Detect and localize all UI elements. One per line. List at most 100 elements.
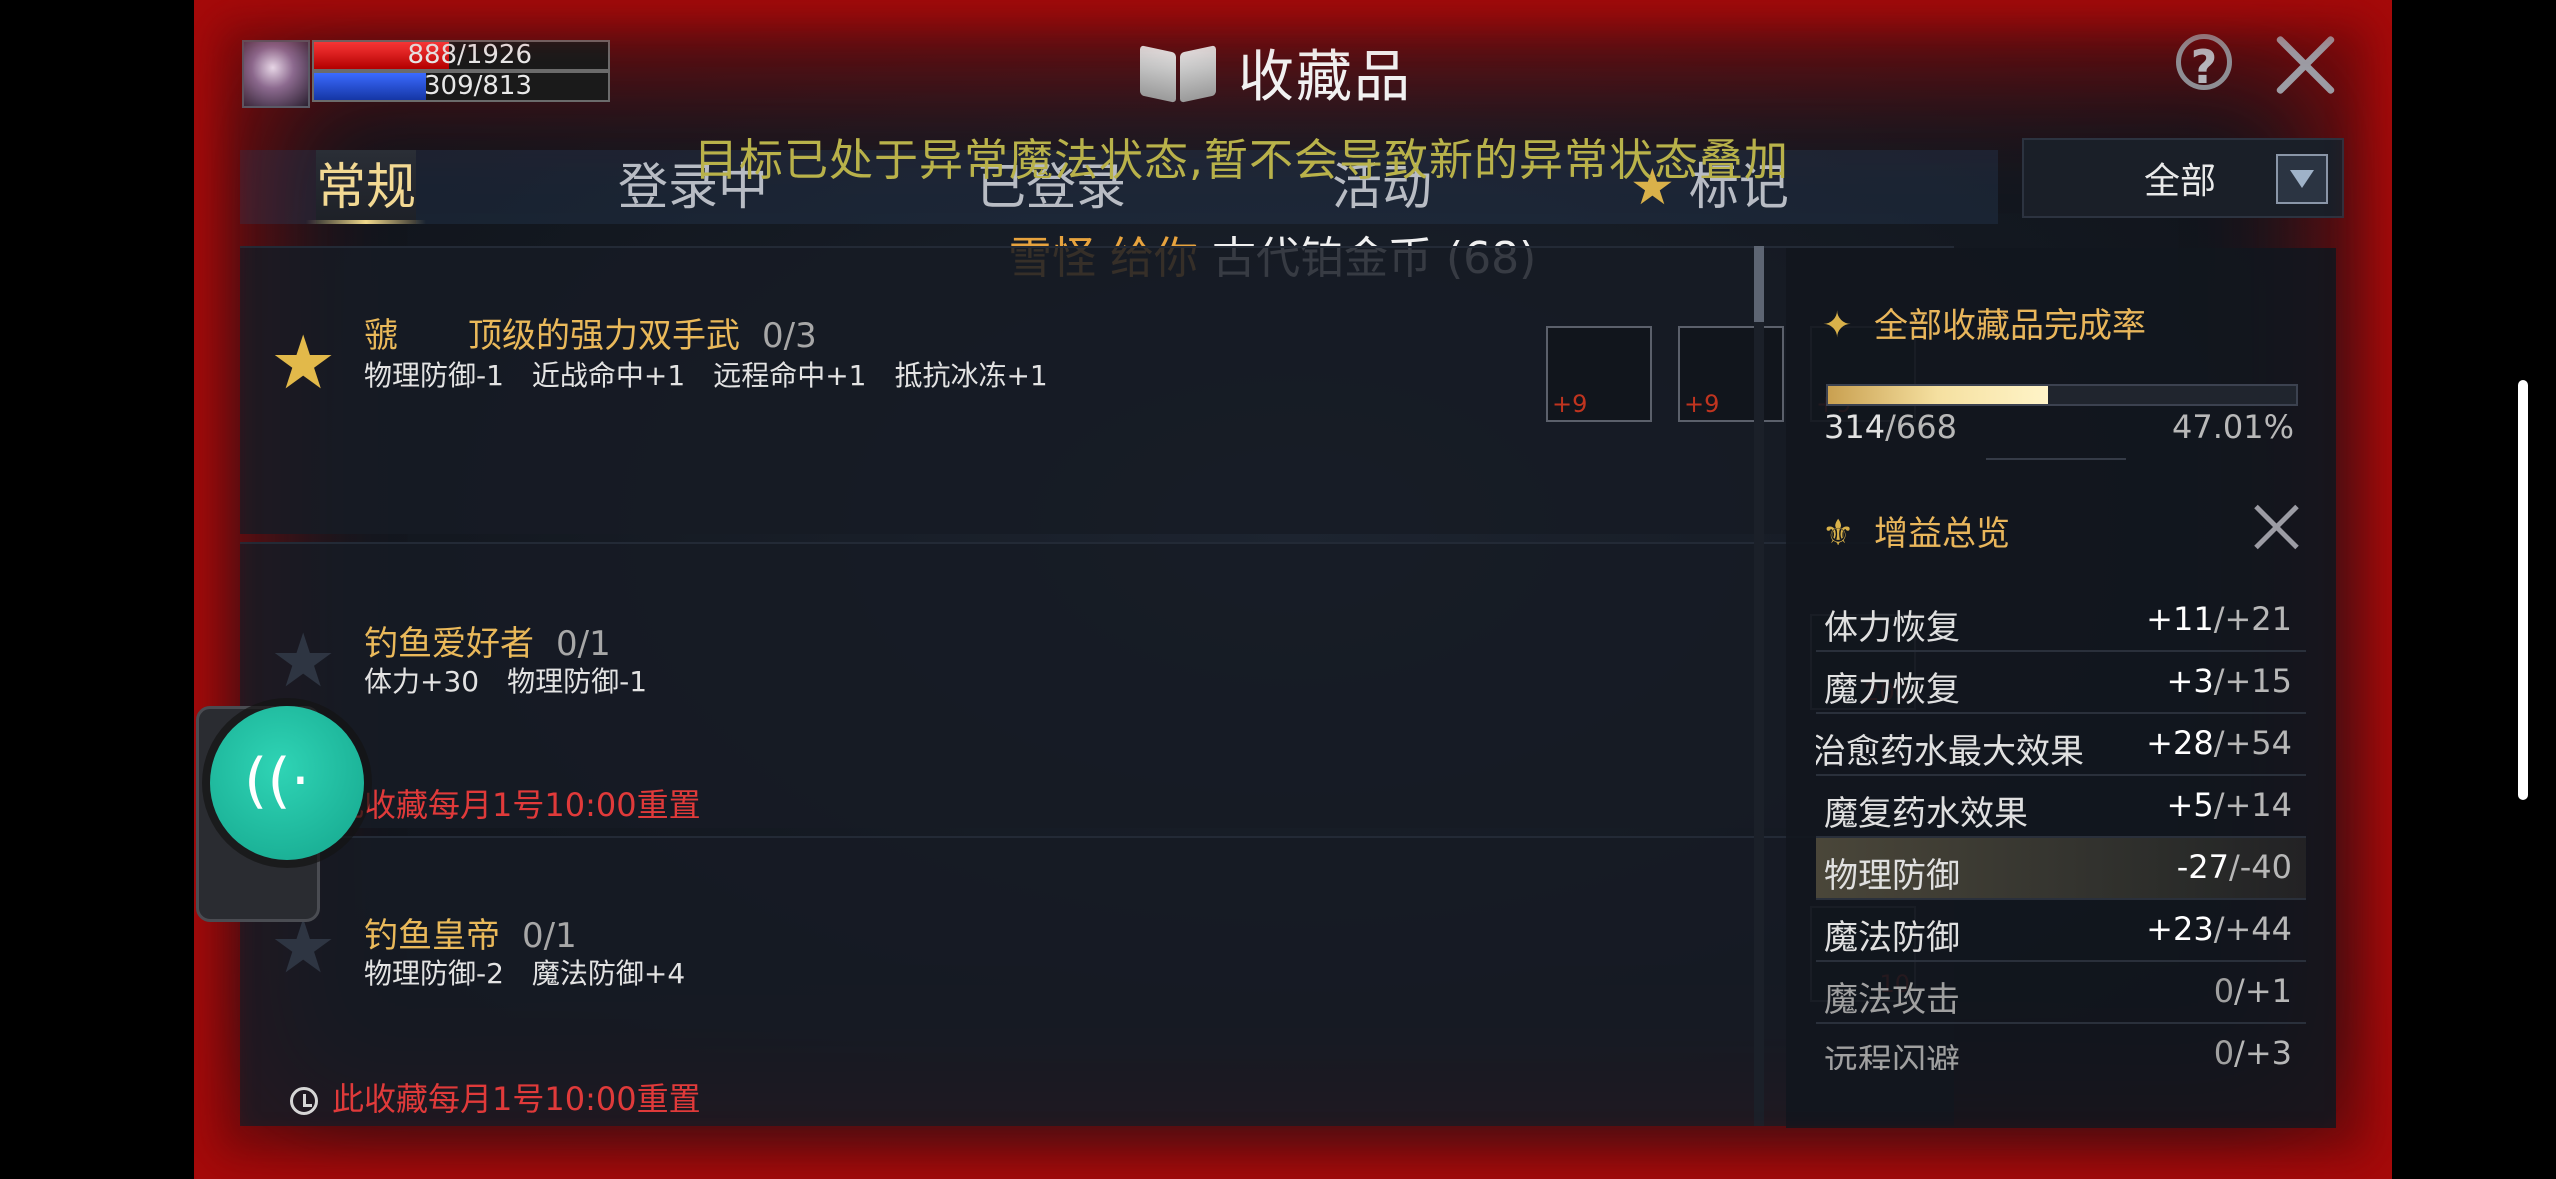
completion-progress-bar	[1826, 384, 2298, 406]
filter-dropdown[interactable]: 全部	[2022, 138, 2344, 218]
status-message: 目标已处于异常魔法状态,暂不会导致新的异常状态叠加	[694, 135, 1789, 186]
slot-enchant: +9	[1684, 390, 1720, 418]
buff-row: 体力恢复 +11/+21	[1816, 590, 2306, 652]
buff-max: /+1	[2234, 972, 2292, 1010]
item-slot[interactable]: +9	[1678, 326, 1784, 422]
buff-close-icon[interactable]	[2252, 502, 2302, 552]
buff-value: +3/+15	[2167, 662, 2292, 700]
close-icon[interactable]	[2270, 30, 2340, 100]
completion-progress-fill	[1828, 386, 2048, 404]
mp-bar: 309/813	[312, 71, 610, 102]
buff-name: 远程闪避	[1824, 1042, 1960, 1070]
buff-max: /+15	[2213, 662, 2292, 700]
buff-row: 治愈药水最大效果 +28/+54	[1816, 714, 2306, 776]
buff-max: /+54	[2213, 724, 2292, 762]
completion-title-text: 全部收藏品完成率	[1874, 306, 2146, 346]
collection-progress: 0/3	[762, 316, 817, 356]
buff-row: 远程闪避 0/+3	[1816, 1024, 2306, 1070]
star-empty-icon[interactable]: ★	[270, 624, 336, 698]
completion-percent: 47.01%	[2171, 408, 2294, 446]
clock-icon	[290, 1087, 318, 1115]
buff-value: +23/+44	[2146, 910, 2292, 948]
buff-row: 魔复药水效果 +5/+14	[1816, 776, 2306, 838]
buff-name: 魔复药水效果	[1824, 794, 2028, 834]
collection-progress: 0/1	[556, 624, 611, 664]
collection-name-text: 顶级的强力双手武	[468, 316, 740, 356]
collection-list[interactable]: ★ 虢 顶级的强力双手武 0/3 物理防御-1 近战命中+1 远程命中+1 抵抗冰冻…	[240, 246, 1954, 1126]
collection-card[interactable]: ★ 钓鱼爱好者0/1 体力+30 物理防御-1 200 此收藏每月1号10:00…	[240, 542, 1954, 828]
filter-selected: 全部	[2144, 161, 2217, 202]
buff-max: /+44	[2213, 910, 2292, 948]
reset-text: 此收藏每月1号10:00重置	[332, 1080, 701, 1118]
title-bar: 收藏品	[1138, 30, 1412, 114]
buff-max: /+21	[2213, 600, 2292, 638]
star-filled-icon[interactable]: ★	[270, 326, 336, 400]
buff-list[interactable]: 体力恢复 +11/+21 魔力恢复 +3/+15 治愈药水最大效果 +28/+54 魔…	[1816, 590, 2306, 1070]
buff-name: 魔法攻击	[1824, 980, 1960, 1020]
collection-stats: 体力+30 物理防御-1	[364, 665, 648, 698]
buff-current: -27	[2176, 848, 2229, 886]
buff-current: +11	[2146, 600, 2214, 638]
collection-name-prefix: 虢	[364, 316, 398, 356]
dropdown-arrow-icon[interactable]	[2276, 154, 2328, 204]
buff-name: 体力恢复	[1824, 608, 1960, 648]
buff-max: /+14	[2213, 786, 2292, 824]
buff-value: +5/+14	[2167, 786, 2292, 824]
ornament-divider	[1986, 458, 2126, 470]
side-panel: ✦ 全部收藏品完成率 314/668 47.01% ⚜ 增益总览 体力恢复 +11/+…	[1786, 248, 2336, 1128]
buff-current: 0	[2213, 1034, 2235, 1070]
slot-enchant: +9	[1552, 390, 1588, 418]
buff-name: 魔法防御	[1824, 918, 1960, 958]
buff-current: 0	[2213, 972, 2235, 1010]
buff-row-highlighted: 物理防御 -27/-40	[1816, 838, 2306, 900]
hp-bar: 888/1926	[312, 40, 610, 71]
assistant-bubble[interactable]: ((·	[210, 706, 364, 860]
player-hud: 888/1926 309/813	[242, 40, 802, 108]
buff-value: 0/+1	[2214, 972, 2292, 1010]
help-icon[interactable]: ?	[2176, 34, 2232, 94]
reset-notice: 此收藏每月1号10:00重置	[290, 1074, 701, 1120]
buff-title: ⚜ 增益总览	[1822, 506, 2010, 555]
reset-text: 此收藏每月1号10:00重置	[332, 786, 701, 824]
collection-name: 钓鱼爱好者 0/1	[364, 616, 611, 665]
mp-fill	[314, 73, 426, 100]
buff-max: /-40	[2228, 848, 2292, 886]
player-avatar[interactable]	[242, 40, 310, 108]
buff-current: +28	[2146, 724, 2214, 762]
buff-name: 物理防御	[1824, 856, 1960, 896]
buff-name: 魔力恢复	[1824, 670, 1960, 710]
completion-total: /668	[1885, 408, 1957, 446]
hp-text: 888/1926	[407, 40, 532, 70]
collection-name-text: 钓鱼爱好者	[364, 624, 534, 664]
fleur-de-lis-icon: ⚜	[1822, 513, 1855, 554]
buff-row: 魔法防御 +23/+44	[1816, 900, 2306, 962]
list-scrollbar[interactable]	[1754, 246, 1764, 1126]
item-slot[interactable]: +9	[1546, 326, 1652, 422]
list-scroll-thumb[interactable]	[1754, 246, 1764, 322]
tab-general[interactable]: 常规	[306, 150, 426, 224]
completion-current: 314	[1824, 408, 1886, 446]
system-scroll-indicator	[2518, 380, 2528, 800]
collection-name: 钓鱼皇帝 0/1	[364, 908, 577, 957]
buff-name: 治愈药水最大效果	[1816, 732, 2084, 772]
buff-value: +28/+54	[2146, 724, 2292, 762]
collection-card[interactable]: ★ 虢 顶级的强力双手武 0/3 物理防御-1 近战命中+1 远程命中+1 抵抗冰冻…	[240, 246, 1954, 534]
collection-card[interactable]: ★ 钓鱼皇帝0/1 物理防御-2 魔法防御+4 10 此收藏每月1号10:00重…	[240, 836, 1954, 1126]
sound-wave-icon: ((·	[244, 746, 310, 816]
collection-stats: 物理防御-1 近战命中+1 远程命中+1 抵抗冰冻+1	[364, 359, 1048, 392]
sparkle-icon: ✦	[1822, 305, 1853, 346]
buff-max: /+3	[2234, 1034, 2292, 1070]
buff-row: 魔力恢复 +3/+15	[1816, 652, 2306, 714]
collection-stats: 物理防御-2 魔法防御+4	[364, 957, 686, 990]
buff-value: 0/+3	[2214, 1034, 2292, 1070]
buff-current: +5	[2166, 786, 2214, 824]
collection-name: 虢 顶级的强力双手武 0/3	[364, 308, 817, 357]
buff-value: +11/+21	[2146, 600, 2292, 638]
collection-name-text: 钓鱼皇帝	[364, 916, 500, 956]
tab-general-label: 常规	[316, 158, 416, 216]
completion-title: ✦ 全部收藏品完成率	[1822, 298, 2146, 347]
collection-progress: 0/1	[522, 916, 577, 956]
book-icon	[1138, 41, 1218, 103]
buff-title-text: 增益总览	[1874, 514, 2010, 554]
buff-value: -27/-40	[2177, 848, 2292, 886]
